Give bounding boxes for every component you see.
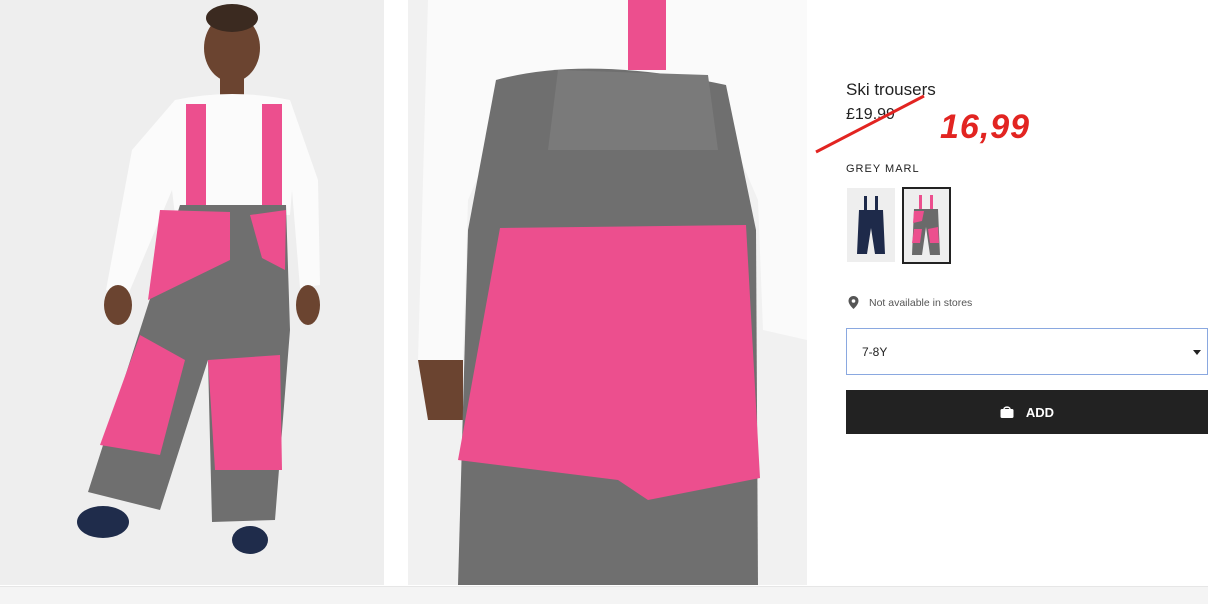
- add-button-label: ADD: [1025, 404, 1055, 420]
- swatch-navy[interactable]: [847, 188, 895, 262]
- swatch-grey-thumbnail: [912, 195, 940, 255]
- size-select[interactable]: 7-8Y: [846, 328, 1208, 375]
- sale-price: 16,99: [940, 108, 1031, 146]
- photo-front-art: [0, 0, 384, 585]
- availability-text: Not available in stores: [869, 296, 973, 309]
- add-to-bag-button[interactable]: ADD: [846, 390, 1208, 434]
- chevron-down-icon: [1193, 350, 1201, 355]
- photo-back-art: [408, 0, 807, 585]
- bottom-strip: [0, 586, 1208, 604]
- product-title: Ski trousers: [846, 80, 936, 99]
- shopping-bag-icon: [1000, 406, 1014, 418]
- swatch-navy-thumbnail: [857, 196, 885, 254]
- old-price: £19.99: [846, 106, 895, 123]
- size-select-value: 7-8Y: [862, 345, 888, 359]
- color-label: GREY MARL: [846, 163, 920, 175]
- product-image-back[interactable]: [408, 0, 807, 585]
- swatch-grey-marl[interactable]: [902, 187, 951, 264]
- location-pin-icon: [848, 296, 859, 309]
- store-availability: Not available in stores: [848, 296, 972, 309]
- product-image-front[interactable]: [0, 0, 384, 585]
- product-info-panel: Ski trousers £19.99 16,99 GREY MARL Not …: [815, 0, 1208, 585]
